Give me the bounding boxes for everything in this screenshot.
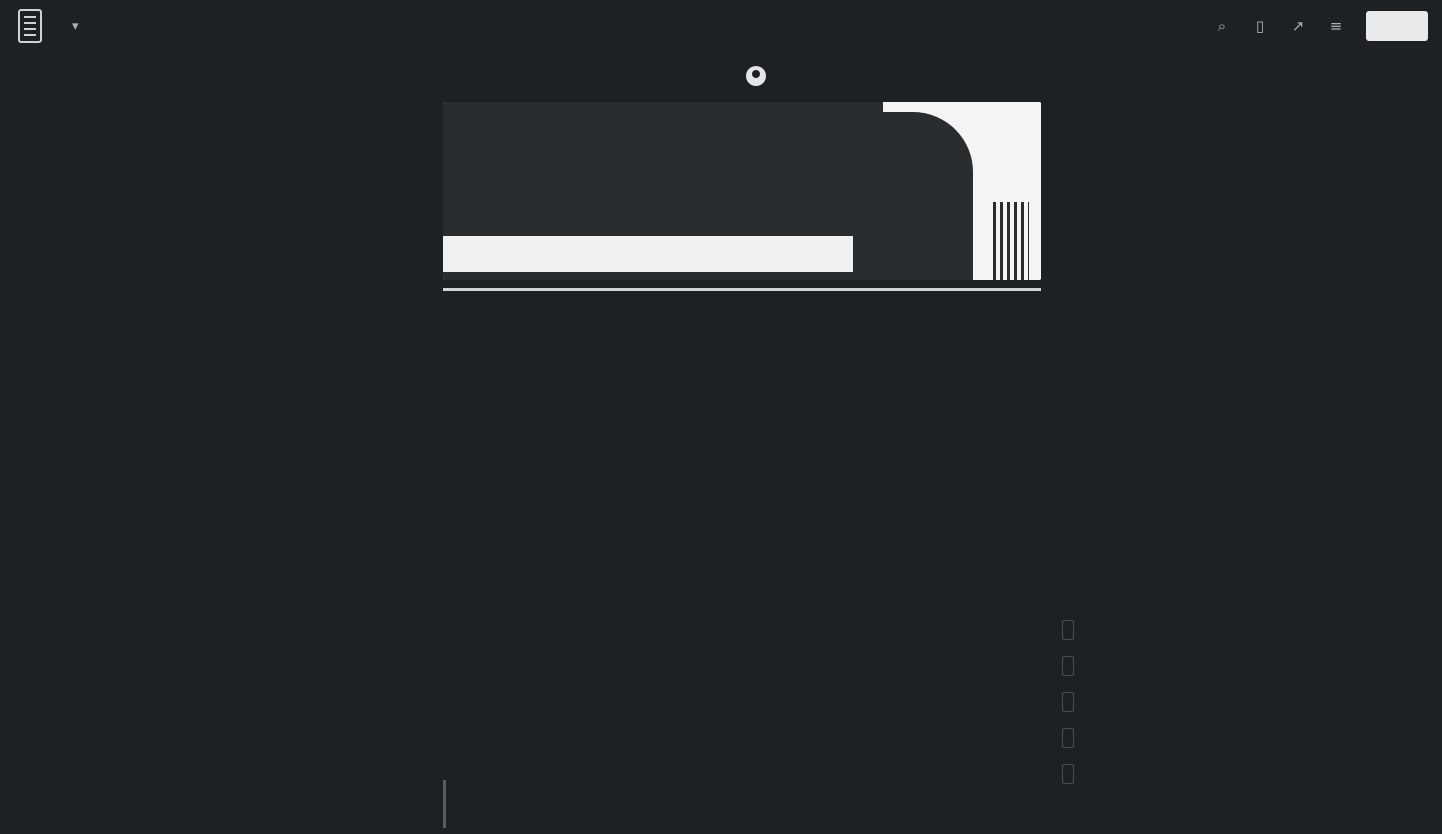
hero-photo <box>853 102 1041 280</box>
menu-icon[interactable]: ≡ <box>1328 18 1344 34</box>
chevron-down-icon[interactable]: ▾ <box>72 19 79 34</box>
hero-banner <box>443 102 1041 280</box>
hero-info-strip <box>443 236 913 272</box>
article-column <box>443 60 1041 317</box>
gutter-marker[interactable] <box>1062 764 1074 784</box>
gutter-marker[interactable] <box>1062 656 1074 676</box>
gutter-marker[interactable] <box>1062 728 1074 748</box>
right-gutter <box>1062 620 1080 784</box>
bookmark-icon[interactable]: ▯ <box>1252 18 1268 34</box>
gutter-marker[interactable] <box>1062 620 1074 640</box>
hero-divider <box>443 288 1041 291</box>
site-title[interactable]: ▾ <box>62 19 79 34</box>
quote-rail <box>443 780 446 828</box>
share-icon[interactable]: ↗ <box>1290 18 1306 34</box>
hero-silhouette <box>853 112 973 280</box>
gutter-marker[interactable] <box>1062 692 1074 712</box>
avatar[interactable] <box>746 66 766 86</box>
hero-bars <box>993 202 1029 280</box>
primary-action-button[interactable] <box>1366 11 1428 41</box>
search-icon[interactable]: ⌕ <box>1214 18 1230 34</box>
site-logo-icon[interactable] <box>18 9 42 43</box>
top-bar: ▾ ⌕ ▯ ↗ ≡ <box>0 0 1442 52</box>
byline <box>443 60 1041 92</box>
top-actions: ⌕ ▯ ↗ ≡ <box>1214 11 1428 41</box>
